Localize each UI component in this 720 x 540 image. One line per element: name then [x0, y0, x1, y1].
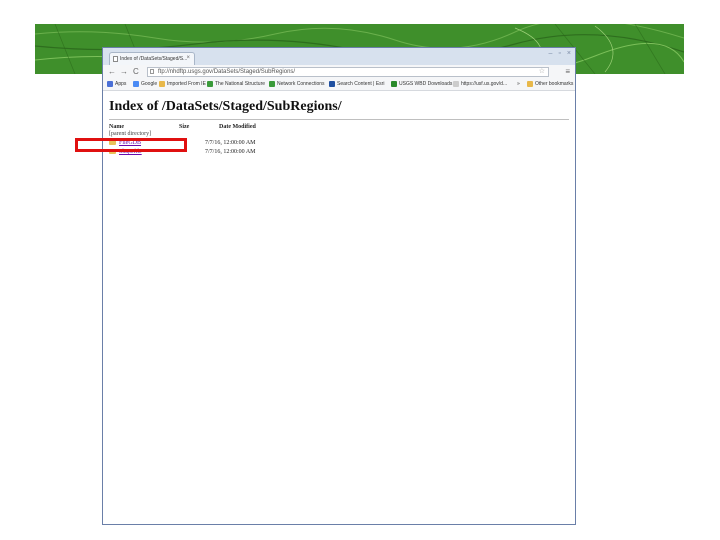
page-icon — [150, 69, 154, 74]
bookmark-usf[interactable]: https://usf.us.gov/d... — [453, 81, 507, 87]
bookmark-national-structure[interactable]: The National Structure — [207, 81, 265, 87]
site-icon — [269, 81, 275, 87]
window-controls: – ▫ × — [549, 50, 571, 57]
bookmarks-overflow-icon[interactable]: » — [517, 81, 520, 87]
esri-icon — [329, 81, 335, 87]
close-window-icon[interactable]: × — [567, 50, 571, 57]
bookmark-google[interactable]: Google — [133, 81, 157, 87]
bookmark-star-icon[interactable]: ☆ — [539, 68, 545, 76]
forward-arrow-icon[interactable]: → — [120, 67, 128, 77]
folder-icon — [527, 81, 533, 87]
page-icon — [453, 81, 459, 87]
page-icon — [113, 56, 118, 62]
minimize-icon[interactable]: – — [549, 50, 553, 57]
menu-icon[interactable]: ≡ — [565, 67, 570, 76]
maximize-icon[interactable]: ▫ — [558, 50, 560, 57]
bookmark-esri[interactable]: Search Content | Esri — [329, 81, 384, 87]
address-text: ftp://nhdftp.usgs.gov/DataSets/Staged/Su… — [158, 69, 296, 75]
bookmark-apps[interactable]: Apps — [107, 81, 126, 87]
browser-tab[interactable]: Index of /DataSets/Staged/S... × — [109, 52, 195, 65]
page-title: Index of /DataSets/Staged/SubRegions/ — [109, 99, 342, 114]
highlight-box — [75, 138, 187, 152]
bookmark-imported[interactable]: Imported From IE — [159, 81, 206, 87]
browser-toolbar: ← → C ftp://nhdftp.usgs.gov/DataSets/Sta… — [103, 65, 575, 80]
column-header-date: Date Modified — [219, 124, 256, 130]
bookmarks-bar: Apps Google Imported From IE The Nationa… — [103, 79, 575, 91]
date-modified: 7/7/16, 12:00:00 AM — [205, 149, 256, 155]
browser-window: Index of /DataSets/Staged/S... × – ▫ × ←… — [102, 47, 576, 525]
site-icon — [207, 81, 213, 87]
bookmark-network[interactable]: Network Connections — [269, 81, 325, 87]
column-header-name: Name — [109, 124, 124, 130]
back-arrow-icon[interactable]: ← — [108, 67, 116, 77]
excel-icon — [391, 81, 397, 87]
close-tab-icon[interactable]: × — [186, 55, 190, 61]
title-bar: Index of /DataSets/Staged/S... × – ▫ × — [103, 48, 575, 65]
divider — [109, 119, 569, 120]
date-modified: 7/7/16, 12:00:00 AM — [205, 140, 256, 146]
tab-title: Index of /DataSets/Staged/S... — [120, 56, 188, 62]
column-header-size: Size — [179, 124, 190, 130]
parent-directory-link[interactable]: [parent directory] — [109, 131, 151, 137]
bookmark-other[interactable]: Other bookmarks — [527, 81, 573, 87]
address-bar[interactable]: ftp://nhdftp.usgs.gov/DataSets/Staged/Su… — [147, 67, 549, 77]
reload-icon[interactable]: C — [133, 67, 139, 77]
google-icon — [133, 81, 139, 87]
folder-icon — [159, 81, 165, 87]
bookmark-wbd[interactable]: USGS WBD Downloads — [391, 81, 452, 87]
apps-icon — [107, 81, 113, 87]
